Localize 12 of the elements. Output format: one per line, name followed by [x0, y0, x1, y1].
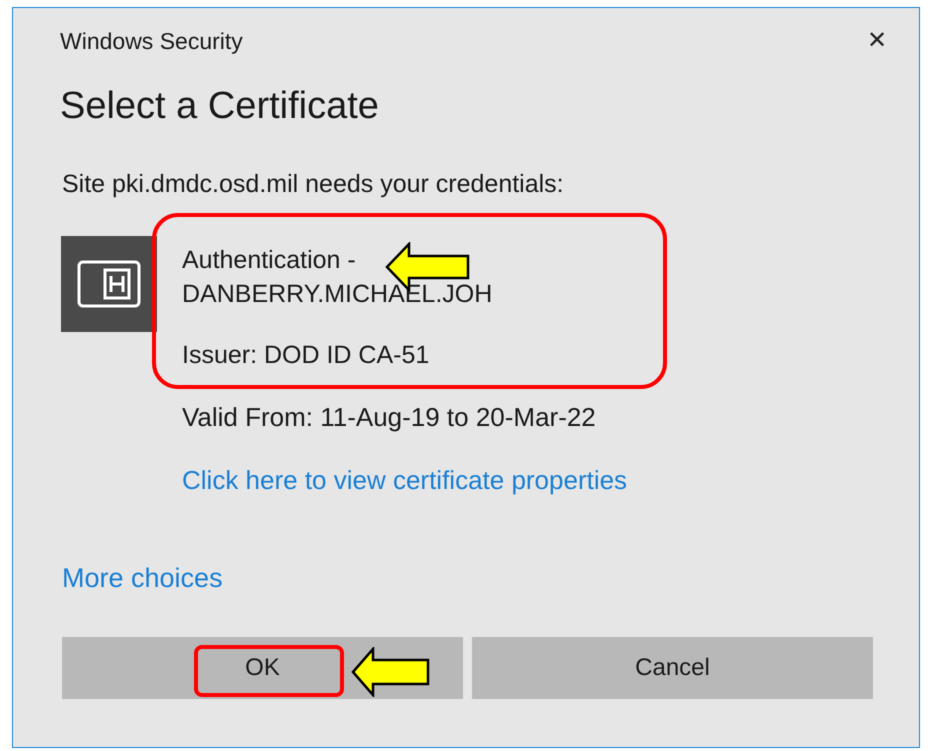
certificate-tile[interactable] — [61, 236, 157, 332]
window-title: Windows Security — [60, 28, 243, 54]
dialog-heading: Select a Certificate — [59, 84, 379, 128]
validity-text: Valid From: 11-Aug-19 to 20-Mar-22 — [182, 401, 596, 434]
prompt-text: Site pki.dmdc.osd.mil needs your credentials: — [62, 169, 564, 199]
close-button[interactable]: ✕ — [863, 28, 891, 54]
arrow-icon — [351, 647, 431, 697]
smart-card-icon — [77, 260, 141, 308]
dialog-button[interactable]: Cancel — [472, 637, 873, 699]
certificate-name: Authentication - — [182, 245, 356, 276]
certificate-name: DANBERRY.MICHAEL.JOH — [182, 279, 492, 310]
issuer-text: Issuer: DOD ID CA-51 — [182, 340, 430, 371]
